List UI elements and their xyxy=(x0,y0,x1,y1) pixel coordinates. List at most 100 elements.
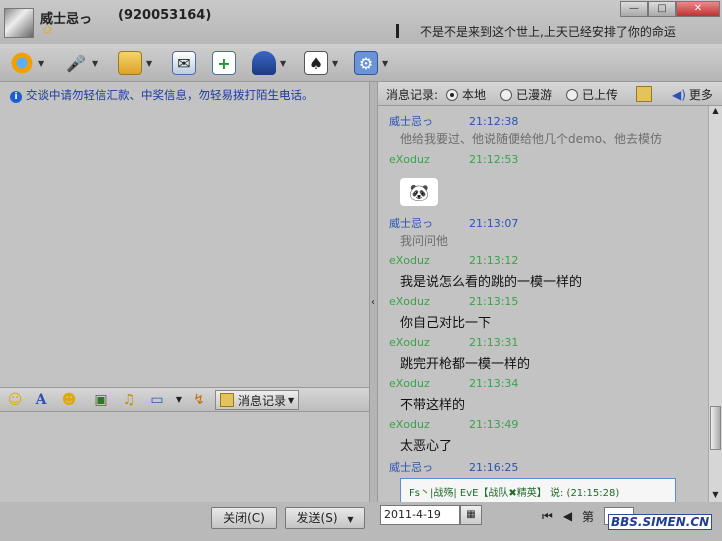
pane-splitter[interactable]: ‹ xyxy=(369,82,378,502)
game-tool[interactable]: ♠ ▼ xyxy=(304,50,338,76)
add-note-icon: + xyxy=(212,51,236,75)
history-option-uploaded[interactable]: 已上传 xyxy=(566,86,618,103)
video-call-tool[interactable]: ▼ xyxy=(10,50,44,76)
cards-icon: ♠ xyxy=(304,51,328,75)
message-header: eXoduz 21:13:15 xyxy=(389,295,518,308)
message-header: eXoduz 21:13:34 xyxy=(389,377,518,390)
font-icon[interactable]: A xyxy=(32,391,50,409)
contact-qq-number: (920053164) xyxy=(118,8,212,23)
history-header: 消息记录: 本地 已漫游 已上传 ◀) 更多 xyxy=(378,82,722,106)
message-header: eXoduz 21:12:53 xyxy=(389,153,518,166)
message-time: 21:12:38 xyxy=(469,115,519,128)
history-option-local[interactable]: 本地 xyxy=(446,86,486,103)
message-time: 21:13:12 xyxy=(469,254,519,267)
message-text: 跳完开枪都一模一样的 xyxy=(400,357,531,372)
sender-name: eXoduz xyxy=(389,418,430,431)
scroll-thumb[interactable] xyxy=(710,406,721,450)
message-history-label: 消息记录 xyxy=(238,393,287,408)
chevron-down-icon[interactable]: ▼ xyxy=(288,396,294,405)
message-list: 威士忌っ 21:12:38 他给我要过、他说随便给他几个demo、他去模仿 eXo… xyxy=(378,106,708,502)
voice-call-tool[interactable]: 🎤 ▼ xyxy=(64,50,98,76)
chevron-down-icon[interactable]: ▼ xyxy=(347,515,353,524)
history-date-field[interactable]: 2011-4-19 xyxy=(380,505,460,525)
music-icon[interactable]: ♫ xyxy=(120,391,138,409)
scroll-up-icon[interactable]: ▲ xyxy=(709,106,722,118)
email-tool[interactable]: ✉ xyxy=(172,50,196,76)
calendar-icon[interactable]: ▦ xyxy=(460,505,482,525)
chevron-down-icon[interactable]: ▼ xyxy=(382,59,388,68)
image-icon[interactable]: ▣ xyxy=(92,391,110,409)
close-window-button[interactable]: ✕ xyxy=(676,1,720,17)
message-time: 21:13:34 xyxy=(469,377,519,390)
title-bar: 威士忌っ (920053164) ✩ 不是不是来到这个世上,上天已经安排了你的命… xyxy=(0,0,722,44)
radio-icon xyxy=(446,88,458,101)
police-icon xyxy=(252,51,276,75)
sender-name: eXoduz xyxy=(389,153,430,166)
settings-tool[interactable]: ⚙ ▼ xyxy=(354,50,388,76)
avatar[interactable] xyxy=(4,8,34,38)
collapse-arrow-icon[interactable]: ‹ xyxy=(371,297,375,308)
chevron-down-icon[interactable]: ▼ xyxy=(332,59,338,68)
message-time: 21:13:49 xyxy=(469,418,519,431)
history-option-label: 已上传 xyxy=(582,88,619,102)
shake-window-icon[interactable]: ↯ xyxy=(190,391,208,409)
message-time: 21:13:15 xyxy=(469,295,519,308)
create-group-tool[interactable]: + xyxy=(212,50,236,76)
history-scrollbar[interactable]: ▲ ▼ xyxy=(708,106,722,502)
scroll-down-icon[interactable]: ▼ xyxy=(709,490,722,502)
file-transfer-tool[interactable]: ▼ xyxy=(118,50,152,76)
more-label: 更多 xyxy=(688,88,713,102)
main-toolbar: ▼ 🎤 ▼ ▼ ✉ + ▼ ♠ ▼ ⚙ ▼ xyxy=(0,44,722,82)
prev-page-icon[interactable]: ◀ xyxy=(563,509,572,523)
site-watermark: BBS.SIMEN.CN xyxy=(604,506,722,538)
history-option-label: 本地 xyxy=(462,88,487,102)
history-pane: 消息记录: 本地 已漫游 已上传 ◀) 更多 威士忌っ 21:12:38 他给我要过… xyxy=(378,82,722,502)
sender-name: eXoduz xyxy=(389,295,430,308)
quoted-message: Fs丶|战殇| EvE【战队✖精英】 说: (21:15:28) xyxy=(400,478,676,502)
message-text: 你自己对比一下 xyxy=(400,316,492,331)
sender-name: eXoduz xyxy=(389,336,430,349)
message-text: 我是说怎么看的跳的一模一样的 xyxy=(400,275,583,290)
message-header: eXoduz 21:13:31 xyxy=(389,336,518,349)
chevron-down-icon[interactable]: ▼ xyxy=(146,59,152,68)
maximize-button[interactable]: □ xyxy=(648,1,676,17)
message-header: 威士忌っ 21:12:38 xyxy=(389,113,518,129)
history-label: 消息记录: xyxy=(386,88,439,102)
more-button[interactable]: ◀) 更多 xyxy=(672,86,713,103)
screenshot-icon[interactable]: ▭ xyxy=(148,391,166,409)
sender-name: 威士忌っ xyxy=(389,217,433,230)
message-time: 21:13:07 xyxy=(469,217,519,230)
panda-emoji-image[interactable]: 🐼 xyxy=(400,178,438,206)
history-option-roamed[interactable]: 已漫游 xyxy=(500,86,552,103)
message-history-button[interactable]: 消息记录 ▼ xyxy=(215,390,299,410)
send-label: 发送(S) xyxy=(296,511,338,525)
message-header: 威士忌っ 21:16:25 xyxy=(389,459,518,475)
message-input[interactable] xyxy=(0,412,369,502)
history-option-label: 已漫游 xyxy=(516,88,553,102)
send-button[interactable]: 发送(S) ▼ xyxy=(285,507,365,529)
export-icon[interactable] xyxy=(636,86,652,102)
first-page-icon[interactable]: ⏮ xyxy=(542,509,553,524)
message-time: 21:16:25 xyxy=(469,461,519,474)
message-text: 太恶心了 xyxy=(400,439,453,454)
webcam-icon xyxy=(10,51,34,75)
message-header: eXoduz 21:13:12 xyxy=(389,254,518,267)
chevron-down-icon[interactable]: ▼ xyxy=(38,59,44,68)
magic-face-icon[interactable]: ☻ xyxy=(60,391,78,409)
emoticon-icon[interactable]: ☺ xyxy=(6,391,24,409)
page-label: 第 xyxy=(582,509,595,524)
minimize-button[interactable]: — xyxy=(620,1,648,17)
chevron-down-icon[interactable]: ▼ xyxy=(280,59,286,68)
folder-icon xyxy=(118,51,142,75)
close-button[interactable]: 关闭(C) xyxy=(211,507,277,529)
police-report-tool[interactable]: ▼ xyxy=(252,50,286,76)
chevron-down-icon[interactable]: ▼ xyxy=(170,391,188,409)
sender-name: eXoduz xyxy=(389,377,430,390)
radio-icon xyxy=(566,88,578,101)
sender-name: 威士忌っ xyxy=(389,115,433,128)
chevron-down-icon[interactable]: ▼ xyxy=(92,59,98,68)
message-text: 不带这样的 xyxy=(400,398,466,413)
message-time: 21:13:31 xyxy=(469,336,519,349)
watermark-text: BBS.SIMEN.CN xyxy=(608,514,713,530)
sender-name: 威士忌っ xyxy=(389,461,433,474)
